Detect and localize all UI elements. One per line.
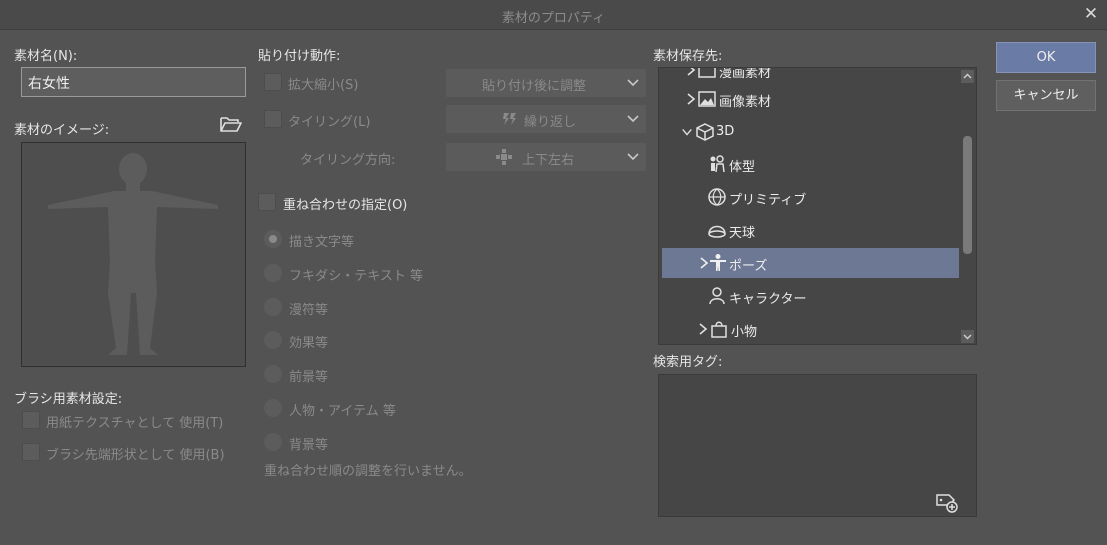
chevron-down-icon[interactable] xyxy=(681,125,693,139)
tree-item-sky-dome[interactable]: 天球 xyxy=(659,215,959,245)
image-icon xyxy=(698,91,716,107)
overlay-radio-6[interactable] xyxy=(264,399,282,417)
tiling-select-value: 繰り返し xyxy=(523,115,576,130)
overlay-option-label: 描き文字等 xyxy=(289,235,355,250)
tree-item-label: 天球 xyxy=(729,226,756,241)
tree-item-character[interactable]: キャラクター xyxy=(659,281,959,311)
material-name-input[interactable]: 右女性 xyxy=(21,67,246,97)
overlay-checkbox[interactable] xyxy=(258,193,276,211)
tree-item-body-type[interactable]: 体型 xyxy=(659,149,959,179)
tree-item-image[interactable]: 画像素材 xyxy=(659,84,959,114)
tree-item-label: ポーズ xyxy=(729,259,768,274)
chevron-right-icon[interactable] xyxy=(685,92,697,106)
paper-texture-label: 用紙テクスチャとして 使用(T) xyxy=(46,416,224,431)
scale-label: 拡大縮小(S) xyxy=(288,78,359,93)
material-preview xyxy=(21,142,246,367)
tree-item-pose[interactable]: ポーズ xyxy=(662,248,960,278)
chevron-down-icon xyxy=(627,115,639,123)
overlay-radio-7[interactable] xyxy=(264,433,282,451)
pose-icon xyxy=(710,254,726,271)
tiling-label: タイリング(L) xyxy=(288,115,371,130)
chevron-down-icon xyxy=(963,334,972,340)
window-title: 素材のプロパティ xyxy=(501,11,606,26)
overlay-option-label: 効果等 xyxy=(289,336,329,351)
tree-item-label: 画像素材 xyxy=(719,95,772,110)
chevron-right-icon[interactable] xyxy=(697,322,709,336)
search-tag-area[interactable] xyxy=(658,374,977,517)
add-tag-icon[interactable] xyxy=(935,491,959,513)
tree-item-label: 漫画素材 xyxy=(719,67,772,81)
search-tag-label: 検索用タグ: xyxy=(653,355,723,370)
character-icon xyxy=(709,287,725,305)
paste-section-label: 貼り付け動作: xyxy=(258,49,341,64)
tree-item-label: 小物 xyxy=(731,325,758,340)
chevron-right-icon[interactable] xyxy=(685,67,697,77)
paper-texture-checkbox[interactable] xyxy=(22,411,40,429)
sky-dome-icon xyxy=(708,225,726,238)
overlay-option-label: 漫符等 xyxy=(289,303,329,318)
overlay-radio-2[interactable] xyxy=(264,264,282,282)
tree-item-props[interactable]: 小物 xyxy=(659,314,959,344)
tiling-direction-label: タイリング方向: xyxy=(300,153,396,168)
tree-item-label: 体型 xyxy=(729,160,756,175)
brush-tip-checkbox[interactable] xyxy=(22,443,40,461)
tiling-select[interactable]: 繰り返し xyxy=(446,105,646,133)
cube-icon xyxy=(696,123,714,141)
brush-tip-label: ブラシ先端形状として 使用(B) xyxy=(46,448,225,463)
scroll-up-button[interactable] xyxy=(961,70,974,83)
material-name-label: 素材名(N): xyxy=(14,49,78,64)
material-image-label: 素材のイメージ: xyxy=(14,123,110,138)
overlay-option-label: 前景等 xyxy=(289,370,329,385)
overlay-radio-1[interactable] xyxy=(264,230,282,248)
ok-button[interactable]: OK xyxy=(996,42,1096,73)
save-location-tree[interactable]: 漫画素材 画像素材 3D 体型 プリミティブ 天球 ポーズ キャラクター 小物 xyxy=(658,67,977,345)
tree-item-label: プリミティブ xyxy=(729,193,807,208)
bag-icon xyxy=(711,321,727,338)
cancel-button[interactable]: キャンセル xyxy=(996,80,1096,111)
scale-select[interactable]: 貼り付け後に調整 xyxy=(446,69,646,97)
overlay-radio-5[interactable] xyxy=(264,365,282,383)
chevron-down-icon xyxy=(627,153,639,161)
tiling-checkbox[interactable] xyxy=(264,110,282,128)
body-type-icon xyxy=(710,155,725,173)
tree-item-primitive[interactable]: プリミティブ xyxy=(659,182,959,212)
scroll-down-button[interactable] xyxy=(961,330,974,343)
close-icon[interactable]: ✕ xyxy=(1081,4,1101,24)
overlay-option-label: 背景等 xyxy=(289,438,329,453)
tree-scrollbar[interactable] xyxy=(959,68,976,344)
overlay-option-label: 人物・アイテム 等 xyxy=(289,404,396,419)
folder-icon xyxy=(698,68,716,78)
overlay-radio-3[interactable] xyxy=(264,298,282,316)
tiling-direction-select[interactable]: 上下左右 xyxy=(446,143,646,171)
overlay-label: 重ね合わせの指定(O) xyxy=(283,198,408,213)
open-folder-icon[interactable] xyxy=(219,114,243,134)
scroll-thumb[interactable] xyxy=(963,136,972,254)
save-location-label: 素材保存先: xyxy=(653,49,723,64)
tree-item-label: 3D xyxy=(716,124,735,139)
chevron-down-icon xyxy=(627,79,639,87)
tree-item-label: キャラクター xyxy=(729,292,807,307)
tree-item-manga[interactable]: 漫画素材 xyxy=(659,67,959,85)
overlay-option-label: フキダシ・テキスト 等 xyxy=(289,269,424,284)
scale-select-value: 貼り付け後に調整 xyxy=(481,79,586,94)
figure-silhouette-icon xyxy=(48,153,218,355)
tiling-direction-value: 上下左右 xyxy=(521,153,574,168)
scale-checkbox[interactable] xyxy=(264,73,282,91)
chevron-up-icon xyxy=(963,73,972,79)
tree-item-3d[interactable]: 3D xyxy=(659,117,959,147)
globe-icon xyxy=(708,188,726,206)
brush-section-label: ブラシ用素材設定: xyxy=(14,392,123,407)
title-bar: 素材のプロパティ ✕ xyxy=(0,0,1107,30)
overlay-radio-4[interactable] xyxy=(264,331,282,349)
overlay-note: 重ね合わせ順の調整を行いません。 xyxy=(264,464,472,479)
